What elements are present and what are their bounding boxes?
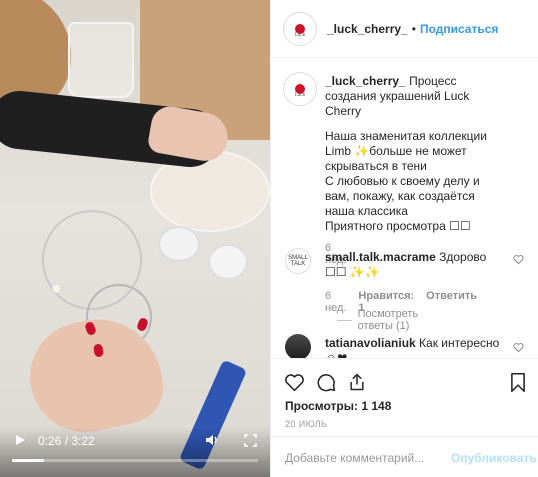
post-header: Luck _luck_cherry_ • Подписаться bbox=[271, 0, 538, 58]
comments-list[interactable]: Luck _luck_cherry_ Процесс создания укра… bbox=[271, 58, 538, 358]
author-username[interactable]: _luck_cherry_ bbox=[327, 22, 408, 36]
heart-icon bbox=[513, 343, 524, 353]
pearl-bead bbox=[52, 284, 61, 293]
video-frame bbox=[0, 0, 270, 477]
view-replies-button[interactable]: Посмотреть ответы (1) bbox=[337, 308, 428, 332]
glass-cup bbox=[68, 22, 134, 98]
small-bowl bbox=[158, 226, 200, 262]
fullscreen-button[interactable] bbox=[242, 432, 258, 448]
reply-button[interactable]: Ответить bbox=[426, 290, 477, 314]
comment-button[interactable] bbox=[315, 371, 337, 393]
video-progress-bar[interactable] bbox=[12, 459, 258, 462]
play-button[interactable] bbox=[12, 432, 28, 448]
avatar-text: Luck bbox=[294, 31, 306, 38]
publish-button[interactable]: Опубликовать bbox=[451, 451, 537, 465]
like-comment-button[interactable] bbox=[513, 342, 524, 356]
video-player[interactable]: 0:26 / 3:22 bbox=[0, 0, 270, 477]
post-actions: Просмотры: 1 148 20 ИЮЛЬ bbox=[271, 358, 538, 446]
post-sidebar: Luck _luck_cherry_ • Подписаться Luck _l… bbox=[270, 0, 538, 477]
comment-icon bbox=[317, 373, 335, 391]
heart-icon bbox=[284, 373, 304, 391]
video-time: 0:26 / 3:22 bbox=[38, 434, 95, 448]
view-replies-label: Посмотреть ответы (1) bbox=[357, 308, 419, 332]
replies-line bbox=[337, 319, 352, 321]
avatar[interactable]: Luck bbox=[283, 11, 317, 46]
comment-username[interactable]: tatianavolianiuk bbox=[325, 336, 416, 350]
comment-input[interactable]: Добавьте комментарий... bbox=[285, 451, 445, 465]
share-icon bbox=[350, 373, 364, 391]
video-progress-fill bbox=[12, 459, 44, 462]
caption-paragraph: Наша знаменитая коллекции Limb ✨больше н… bbox=[325, 129, 487, 173]
caption-username[interactable]: _luck_cherry_ bbox=[325, 74, 406, 88]
like-comment-button[interactable] bbox=[513, 254, 524, 268]
fullscreen-icon bbox=[243, 433, 257, 447]
caption-text: _luck_cherry_ Процесс создания украшений… bbox=[325, 74, 503, 234]
volume-button[interactable] bbox=[204, 432, 220, 448]
caption-paragraph: С любовью к своему делу и вам, покажу, к… bbox=[325, 174, 480, 218]
avatar[interactable]: Luck bbox=[283, 72, 317, 106]
volume-icon bbox=[206, 435, 217, 445]
dot-separator: • bbox=[411, 21, 416, 36]
save-button[interactable] bbox=[507, 371, 529, 393]
comment-text: small.talk.macrame Здорово ☐☐ ✨✨ bbox=[325, 250, 503, 280]
comment-username[interactable]: small.talk.macrame bbox=[325, 250, 436, 264]
post-date: 20 ИЮЛЬ bbox=[285, 419, 328, 429]
add-comment-bar: Добавьте комментарий... Опубликовать bbox=[271, 436, 538, 477]
like-button[interactable] bbox=[283, 371, 305, 393]
small-bowl bbox=[208, 244, 248, 280]
play-icon bbox=[16, 435, 25, 445]
heart-icon bbox=[513, 255, 524, 265]
views-count[interactable]: Просмотры: 1 148 bbox=[285, 399, 391, 413]
follow-button[interactable]: Подписаться bbox=[420, 22, 498, 36]
comment-text: tatianavolianiuk Как интересно ☺❤ bbox=[325, 336, 503, 358]
share-button[interactable] bbox=[346, 371, 368, 393]
avatar[interactable]: SMALL TALK bbox=[285, 248, 311, 274]
avatar-text: Luck bbox=[294, 92, 306, 98]
caption-paragraph: Приятного просмотра ☐☐ bbox=[325, 219, 471, 233]
avatar[interactable] bbox=[285, 334, 311, 358]
avatar-text: SMALL TALK bbox=[288, 255, 308, 267]
bookmark-icon bbox=[511, 372, 525, 392]
